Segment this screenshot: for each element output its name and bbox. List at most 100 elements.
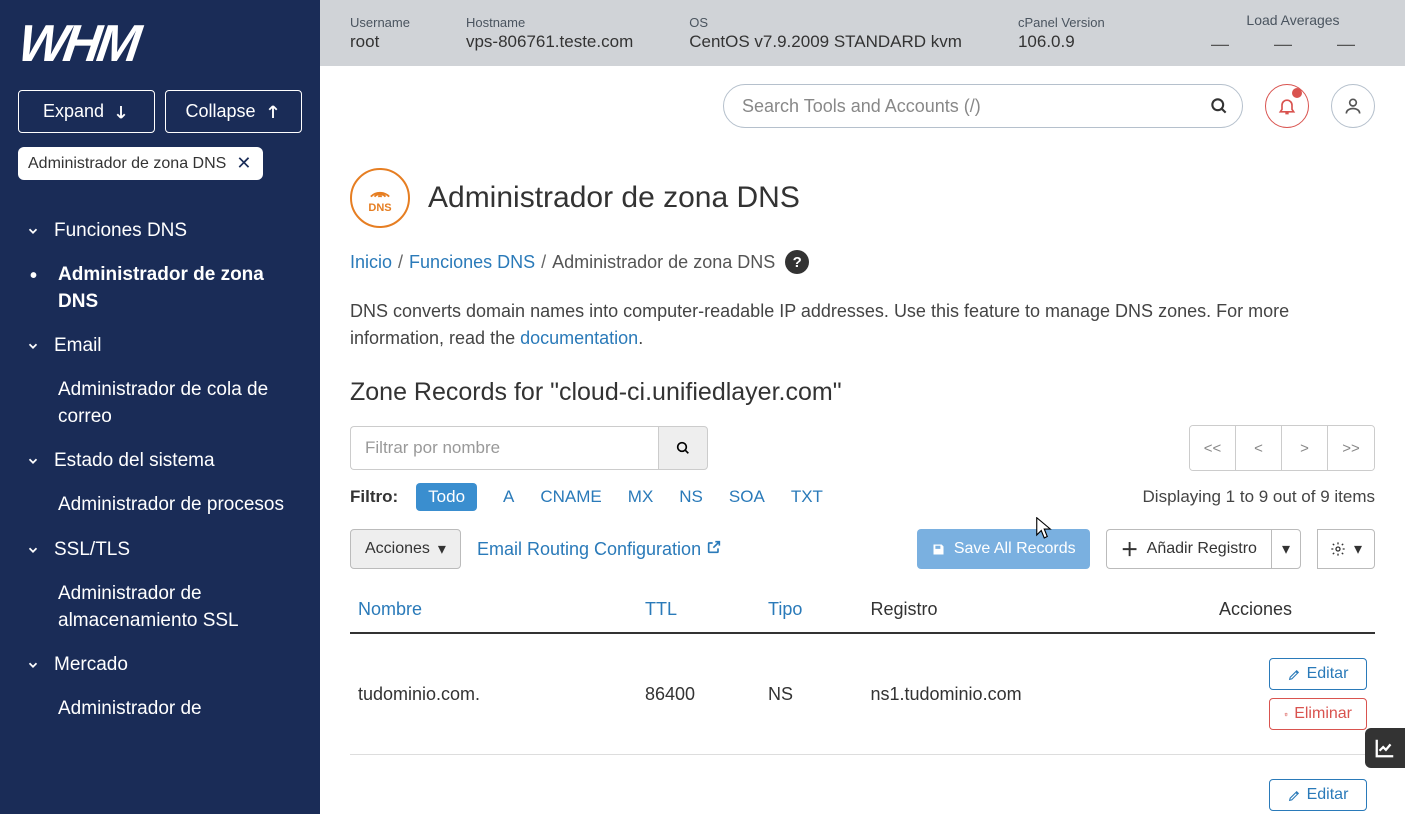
th-name[interactable]: Nombre: [350, 587, 637, 633]
topbar-stats: Username root Hostname vps-806761.teste.…: [320, 0, 1405, 66]
filter-bar: << < > >>: [350, 425, 1375, 471]
close-icon[interactable]: ✕: [234, 153, 253, 174]
search-icon[interactable]: [1209, 96, 1229, 116]
caret-down-icon: ▾: [1354, 539, 1362, 559]
nav-item-process-admin[interactable]: Administrador de procesos: [0, 484, 320, 527]
headerbar: [320, 66, 1405, 146]
delete-button[interactable]: Eliminar: [1269, 698, 1367, 730]
nav-group-label: Funciones DNS: [54, 220, 187, 242]
filter-pill-soa[interactable]: SOA: [729, 487, 765, 507]
page-description: DNS converts domain names into computer-…: [350, 298, 1375, 352]
user-icon: [1343, 96, 1363, 116]
bell-icon: [1277, 96, 1297, 116]
filter-pill-a[interactable]: A: [503, 487, 514, 507]
stat-value: 106.0.9: [1018, 32, 1105, 52]
th-type[interactable]: Tipo: [760, 587, 863, 633]
stat-value: root: [350, 32, 410, 52]
table-row: tudominio.com. 86400 NS ns1.tudominio.co…: [350, 633, 1375, 755]
breadcrumb-home[interactable]: Inicio: [350, 252, 392, 273]
edit-label: Editar: [1307, 665, 1349, 683]
filter-label: Filtro:: [350, 487, 398, 507]
filter-search-button[interactable]: [658, 426, 708, 470]
stat-value: — — —: [1211, 34, 1375, 55]
nav-group-ssl-tls[interactable]: SSL/TLS: [0, 527, 320, 573]
help-icon[interactable]: ?: [785, 250, 809, 274]
save-all-records-button[interactable]: Save All Records: [917, 529, 1090, 569]
breadcrumb-group[interactable]: Funciones DNS: [409, 252, 535, 273]
delete-label: Eliminar: [1294, 705, 1352, 723]
sidebar-nav[interactable]: Funciones DNS Administrador de zona DNS …: [0, 208, 320, 792]
sidebar: WHM Expand Collapse Administrador de zon…: [0, 0, 320, 814]
nav-item-dns-zone-admin[interactable]: Administrador de zona DNS: [0, 254, 320, 323]
main-content: DNS Administrador de zona DNS Inicio / F…: [320, 146, 1405, 814]
page-title-row: DNS Administrador de zona DNS: [350, 168, 1375, 228]
sidebar-button-row: Expand Collapse: [0, 80, 320, 147]
external-link-icon: [706, 539, 722, 555]
chevron-down-icon: [26, 658, 40, 672]
nav-group-dns-functions[interactable]: Funciones DNS: [0, 208, 320, 254]
save-all-label: Save All Records: [954, 540, 1076, 558]
expand-button[interactable]: Expand: [18, 90, 155, 133]
arrow-down-icon: [112, 103, 130, 121]
filter-input[interactable]: [350, 426, 658, 470]
radio-icon: [369, 183, 391, 201]
stats-tab-button[interactable]: [1365, 728, 1405, 768]
collapse-label: Collapse: [185, 101, 255, 122]
search-input[interactable]: [723, 84, 1243, 128]
stat-os: OS CentOS v7.9.2009 STANDARD kvm: [689, 15, 962, 52]
stat-label: Username: [350, 15, 410, 30]
th-ttl[interactable]: TTL: [637, 587, 760, 633]
filter-pill-cname[interactable]: CNAME: [540, 487, 601, 507]
add-record-caret-button[interactable]: ▾: [1271, 529, 1301, 569]
user-button[interactable]: [1331, 84, 1375, 128]
pager-first[interactable]: <<: [1190, 426, 1236, 470]
add-record-label: Añadir Registro: [1147, 540, 1257, 558]
filter-input-wrap: [350, 426, 708, 470]
stat-load-averages: Load Averages — — —: [1211, 12, 1375, 55]
nav-item-ssl-storage-admin[interactable]: Administrador de almacenamiento SSL: [0, 573, 320, 642]
notifications-button[interactable]: [1265, 84, 1309, 128]
filter-pill-all[interactable]: Todo: [416, 483, 477, 511]
stat-value: vps-806761.teste.com: [466, 32, 633, 52]
collapse-button[interactable]: Collapse: [165, 90, 302, 133]
filter-pills: Todo A CNAME MX NS SOA TXT: [416, 483, 823, 511]
th-actions: Acciones: [1211, 587, 1375, 633]
filter-chip-label: Administrador de zona DNS: [28, 155, 226, 173]
documentation-link[interactable]: documentation: [520, 328, 638, 348]
pager-next[interactable]: >: [1282, 426, 1328, 470]
description-text-post: .: [638, 328, 643, 348]
pager-last[interactable]: >>: [1328, 426, 1374, 470]
row-actions: Editar Eliminar: [1219, 658, 1367, 730]
nav-group-label: Email: [54, 335, 102, 357]
pager-prev[interactable]: <: [1236, 426, 1282, 470]
gear-button[interactable]: ▾: [1317, 529, 1375, 569]
filter-pill-ns[interactable]: NS: [679, 487, 703, 507]
nav-group-system-status[interactable]: Estado del sistema: [0, 438, 320, 484]
nav-group-label: Mercado: [54, 654, 128, 676]
nav-group-market[interactable]: Mercado: [0, 642, 320, 688]
trash-icon: [1284, 708, 1288, 721]
nav-item-mail-queue-admin[interactable]: Administrador de cola de correo: [0, 369, 320, 438]
stat-label: cPanel Version: [1018, 15, 1105, 30]
cell-name: tudominio.com.: [350, 633, 637, 755]
nav-group-email[interactable]: Email: [0, 323, 320, 369]
email-routing-label: Email Routing Configuration: [477, 539, 701, 559]
filter-pill-mx[interactable]: MX: [628, 487, 654, 507]
stat-label: Hostname: [466, 15, 633, 30]
edit-button[interactable]: Editar: [1269, 658, 1367, 690]
stat-username: Username root: [350, 15, 410, 52]
add-record-button[interactable]: ＋ Añadir Registro: [1106, 529, 1271, 569]
cell-ttl: 86400: [637, 633, 760, 755]
filter-pill-txt[interactable]: TXT: [791, 487, 823, 507]
pager: << < > >>: [1189, 425, 1375, 471]
nav-item-market-admin[interactable]: Administrador de: [0, 688, 320, 731]
dns-icon: DNS: [350, 168, 410, 228]
edit-button[interactable]: Editar: [1269, 779, 1367, 811]
filter-type-row: Filtro: Todo A CNAME MX NS SOA TXT Displ…: [350, 483, 1375, 511]
email-routing-link[interactable]: Email Routing Configuration: [477, 539, 722, 560]
chevron-down-icon: [26, 454, 40, 468]
stat-cpanel-version: cPanel Version 106.0.9: [1018, 15, 1105, 52]
action-bar: Acciones ▾ Email Routing Configuration S…: [350, 529, 1375, 569]
breadcrumb-sep: /: [398, 252, 403, 273]
actions-dropdown-button[interactable]: Acciones ▾: [350, 529, 461, 569]
